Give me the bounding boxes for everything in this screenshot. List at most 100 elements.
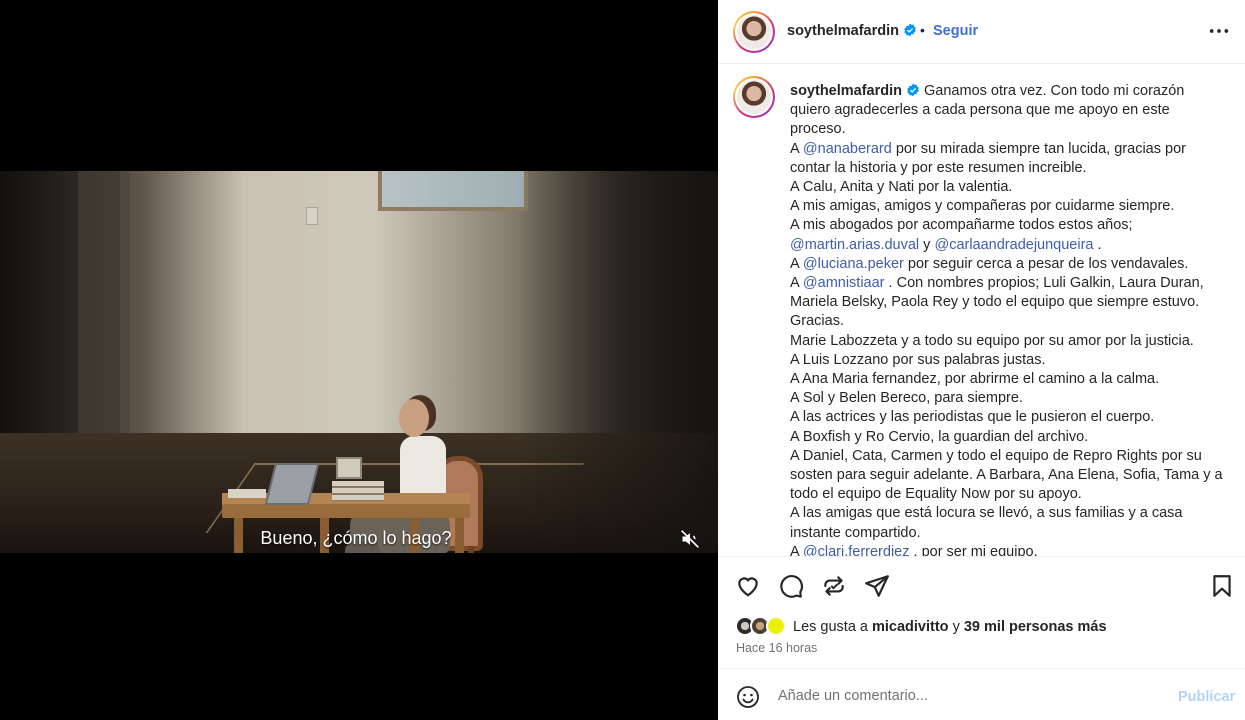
video-scene-door [78,171,130,471]
caption-line: A Sol y Belen Bereco, para siempre. [790,389,1230,408]
video-scene-right-shadow [518,171,718,553]
caption-segment: . [1093,236,1102,253]
profile-photo [737,80,771,114]
caption-segment: A Boxfish y Ro Cervio, la guardian del a… [790,428,1089,445]
mention-link[interactable]: @luciana.peker [803,256,904,272]
verified-badge-icon [904,23,916,37]
caption-segment: y [919,236,935,253]
caption-segment: por su mirada siempre tan lucida, gracia… [891,140,1186,157]
caption-segment: contar la historia y por este resumen in… [790,159,1087,176]
caption-line: A @clari.ferrerdiez . por ser mi equipo. [790,543,1230,556]
caption-segment: por seguir cerca a pesar de los vendaval… [903,255,1189,272]
caption-segment: A las actrices y las periodistas que le … [790,409,1155,426]
header-username[interactable]: soythelmafardin [787,23,917,39]
video-scene-papers [228,489,266,498]
caption-line: A las actrices y las periodistas que le … [790,408,1230,427]
caption-avatar[interactable] [733,76,775,118]
caption-segment: Ganamos otra vez. Con todo mi corazón [920,83,1185,99]
avatar[interactable] [733,11,775,53]
post-timestamp[interactable]: Hace 16 horas [736,641,817,655]
caption-segment: A [790,275,803,292]
caption-username[interactable]: soythelmafardin [790,83,902,99]
caption-segment: A mis amigas, amigos y compañeras por cu… [790,198,1175,215]
caption-segment: quiero agradecerles a cada persona que m… [790,102,1170,119]
comment-input[interactable] [778,683,1158,709]
speaker-muted-icon[interactable] [680,529,700,549]
caption-segment: A [790,255,803,272]
caption-line: Mariela Belsky, Paola Rey y todo el equi… [790,293,1230,312]
caption-segment: A Calu, Anita y Nati por la valentia. [790,179,1013,196]
caption-line: quiero agradecerles a cada persona que m… [790,101,1230,120]
action-bar: Les gusta a micadivitto y 39 mil persona… [718,556,1245,668]
caption-line: proceso. [790,120,1230,139]
post-panel: soythelmafardin • Seguir soythelmafardin… [718,0,1245,720]
caption-line: instante compartido. [790,524,1230,543]
username-text[interactable]: soythelmafardin [787,23,899,39]
caption-line: A Boxfish y Ro Cervio, la guardian del a… [790,428,1230,447]
caption-line: A mis amigas, amigos y compañeras por cu… [790,197,1230,216]
comment-icon[interactable] [778,573,804,599]
caption-line: @martin.arias.duval y @carlaandradejunqu… [790,236,1230,255]
caption-segment: proceso. [790,121,846,138]
liker-avatar[interactable] [766,616,786,636]
mention-link[interactable]: @clari.ferrerdiez [803,544,910,556]
publish-button[interactable]: Publicar [1178,689,1235,705]
caption-line: A Calu, Anita y Nati por la valentia. [790,178,1230,197]
caption-area[interactable]: soythelmafardin Ganamos otra vez. Con to… [718,64,1245,556]
video-scene-table-top [222,504,470,518]
video-subtitle: Bueno, ¿cómo lo hago? [260,528,452,548]
video-player[interactable]: Bueno, ¿cómo lo hago? [0,0,718,720]
header-separator: • [920,22,925,38]
caption-line: A @amnistiaar . Con nombres propios; Lul… [790,274,1230,293]
caption-segment: A las amigas que está locura se llevó, a… [790,505,1183,522]
likes-count[interactable]: 39 mil personas más [964,619,1107,635]
caption-segment: A [790,140,803,157]
mention-link[interactable]: @martin.arias.duval [790,237,919,253]
caption-line: contar la historia y por este resumen in… [790,159,1230,178]
emoji-icon[interactable] [736,685,760,709]
caption-line: A @nanaberard por su mirada siempre tan … [790,140,1230,159]
likes-prefix: Les gusta a [793,619,872,635]
caption-line: Marie Labozzeta y a todo su equipo por s… [790,332,1230,351]
caption-segment: Marie Labozzeta y a todo su equipo por s… [790,332,1194,349]
heart-icon[interactable] [735,573,761,599]
caption-segment: . por ser mi equipo. [909,543,1038,556]
caption-segment: A Sol y Belen Bereco, para siempre. [790,390,1023,407]
likes-connector: y [948,619,964,635]
video-scene-light-switch [306,207,318,225]
caption-segment: instante compartido. [790,524,921,541]
comment-bar: Publicar [718,668,1245,720]
caption-segment: Gracias. [790,313,844,330]
caption-segment: todo el equipo de Equality Now por su ap… [790,486,1082,503]
video-scene-books [332,481,384,501]
likes-text: Les gusta a micadivitto y 39 mil persona… [793,619,1107,635]
mention-link[interactable]: @amnistiaar [803,275,885,291]
caption-segment: A Daniel, Cata, Carmen y todo el equipo … [790,447,1202,464]
caption-line: A mis abogados por acompañarme todos est… [790,216,1230,235]
caption-segment: A [790,543,803,556]
caption-segment: . Con nombres propios; Luli Galkin, Laur… [884,275,1204,292]
caption-line: A Daniel, Cata, Carmen y todo el equipo … [790,447,1230,466]
mention-link[interactable]: @nanaberard [803,141,892,157]
video-scene-person-head [399,399,429,437]
share-icon[interactable] [864,573,890,599]
caption-line: A Ana Maria fernandez, por abrirme el ca… [790,370,1230,389]
repost-icon[interactable] [821,573,847,599]
verified-badge-icon [907,83,919,97]
mention-link[interactable]: @carlaandradejunqueira [934,237,1093,253]
caption-segment: A Ana Maria fernandez, por abrirme el ca… [790,371,1160,388]
caption-text: soythelmafardin Ganamos otra vez. Con to… [790,82,1230,556]
caption-segment: A Luis Lozzano por sus palabras justas. [790,351,1046,368]
follow-button[interactable]: Seguir [933,23,978,39]
liker-username[interactable]: micadivitto [872,619,949,635]
caption-segment: Mariela Belsky, Paola Rey y todo el equi… [790,294,1200,311]
caption-line: A Luis Lozzano por sus palabras justas. [790,351,1230,370]
caption-line: Gracias. [790,312,1230,331]
post-header: soythelmafardin • Seguir [718,0,1245,64]
caption-segment: sosten para seguir adelante. A Barbara, … [790,467,1223,484]
video-scene-painting [378,171,528,211]
video-frame[interactable] [0,171,718,553]
more-horizontal-icon[interactable] [1208,22,1230,40]
caption-line: soythelmafardin Ganamos otra vez. Con to… [790,82,1230,101]
bookmark-icon[interactable] [1209,573,1235,599]
